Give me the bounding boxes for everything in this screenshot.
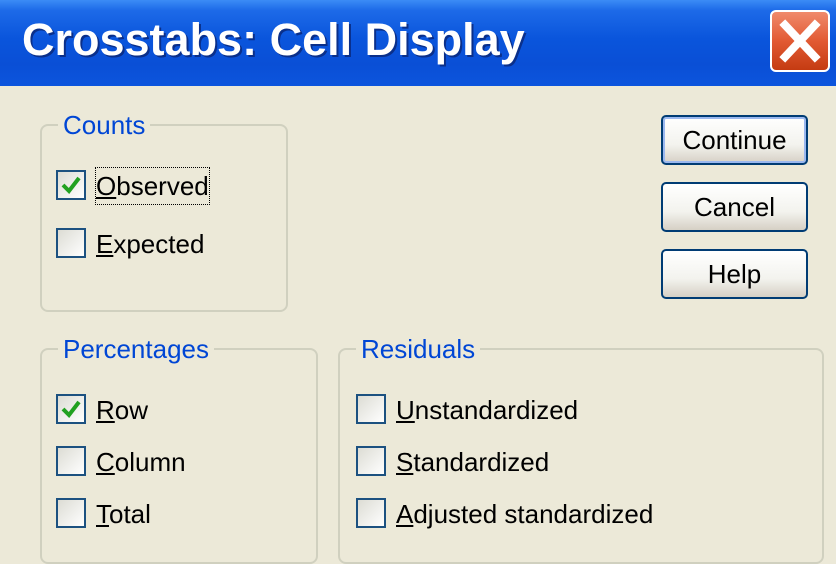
checkbox-box[interactable] (56, 170, 86, 200)
column-label: Column (96, 447, 186, 477)
adjusted-standardized-label: Adjusted standardized (396, 499, 654, 529)
row-label: Row (96, 395, 149, 425)
dialog-body: Counts Observed Expected Continue Cancel… (0, 86, 836, 564)
checkbox-box[interactable] (356, 446, 386, 476)
standardized-label: Standardized (396, 447, 550, 477)
checkbox-box[interactable] (56, 446, 86, 476)
checkbox-box[interactable] (56, 498, 86, 528)
counts-group: Counts (40, 110, 288, 312)
window-title: Crosstabs: Cell Display (22, 14, 525, 65)
unstandardized-label: Unstandardized (396, 395, 579, 425)
checkbox-box[interactable] (56, 394, 86, 424)
continue-button[interactable]: Continue (661, 115, 808, 165)
checkmark-icon (61, 176, 81, 195)
residuals-legend: Residuals (361, 334, 476, 364)
cancel-button[interactable]: Cancel (661, 182, 808, 232)
close-icon (779, 19, 821, 63)
checkbox-box[interactable] (356, 394, 386, 424)
help-button[interactable]: Help (661, 249, 808, 299)
checkbox-box[interactable] (56, 228, 86, 258)
checkbox-box[interactable] (356, 498, 386, 528)
total-label: Total (96, 499, 151, 529)
expected-label: Expected (96, 229, 205, 259)
counts-legend: Counts (63, 110, 146, 140)
title-bar[interactable]: Crosstabs: Cell Display (0, 0, 836, 86)
close-button[interactable] (770, 10, 830, 72)
observed-label: Observed (95, 167, 210, 205)
percentages-legend: Percentages (63, 334, 209, 364)
checkmark-icon (61, 400, 81, 419)
